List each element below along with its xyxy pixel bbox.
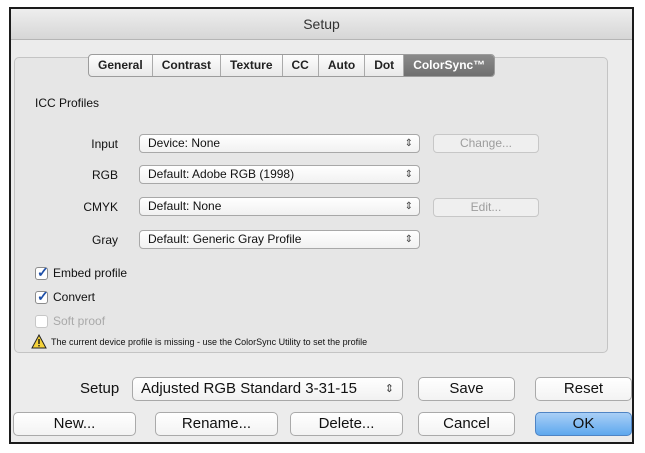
setup-select[interactable]: Adjusted RGB Standard 3-31-15 ⇕ <box>132 377 403 401</box>
convert-label: Convert <box>53 290 96 304</box>
tab-bar: General Contrast Texture CC Auto Dot Col… <box>88 54 496 77</box>
rgb-label: RGB <box>91 168 118 182</box>
cmyk-profile-value: Default: None <box>148 199 222 213</box>
soft-proof-label: Soft proof <box>53 314 106 328</box>
embed-profile-label: Embed profile <box>53 266 128 280</box>
tab-general[interactable]: General <box>89 55 153 76</box>
embed-profile-checkbox[interactable]: ✓ Embed profile <box>35 263 128 280</box>
tab-contrast[interactable]: Contrast <box>153 55 222 76</box>
rename-button[interactable]: Rename... <box>155 412 278 436</box>
convert-checkbox[interactable]: ✓ Convert <box>35 287 96 304</box>
input-label: Input <box>91 137 118 151</box>
checkbox-box <box>35 314 48 328</box>
gray-profile-select[interactable]: Default: Generic Gray Profile ⇕ <box>139 230 420 249</box>
rgb-profile-value: Default: Adobe RGB (1998) <box>148 167 295 181</box>
setup-label: Setup <box>80 380 120 397</box>
cmyk-profile-select[interactable]: Default: None ⇕ <box>139 197 420 216</box>
gray-label: Gray <box>91 233 118 247</box>
input-profile-select[interactable]: Device: None ⇕ <box>139 134 420 153</box>
checkmark-icon: ✓ <box>37 287 49 304</box>
delete-button[interactable]: Delete... <box>290 412 403 436</box>
save-button[interactable]: Save <box>418 377 515 401</box>
warning-message: The current device profile is missing - … <box>31 334 367 349</box>
select-arrows-icon: ⇕ <box>404 138 413 149</box>
input-profile-value: Device: None <box>148 136 221 150</box>
checkmark-icon: ✓ <box>37 263 49 280</box>
soft-proof-checkbox[interactable]: Soft proof <box>35 314 105 328</box>
checkbox-box: ✓ <box>35 287 49 304</box>
select-arrows-icon: ⇕ <box>384 383 394 395</box>
checkbox-box: ✓ <box>35 263 49 280</box>
tab-colorsync[interactable]: ColorSync™ <box>404 55 495 76</box>
edit-button[interactable]: Edit... <box>433 198 539 217</box>
cancel-button[interactable]: Cancel <box>418 412 515 436</box>
rgb-profile-select[interactable]: Default: Adobe RGB (1998) ⇕ <box>139 165 420 184</box>
select-arrows-icon: ⇕ <box>404 169 413 180</box>
tab-cc[interactable]: CC <box>283 55 319 76</box>
gray-profile-value: Default: Generic Gray Profile <box>148 232 302 246</box>
select-arrows-icon: ⇕ <box>404 234 413 245</box>
tab-texture[interactable]: Texture <box>221 55 283 76</box>
icc-profiles-heading: ICC Profiles <box>35 96 100 110</box>
tab-auto[interactable]: Auto <box>319 55 366 76</box>
warning-icon <box>31 334 47 349</box>
warning-text: The current device profile is missing - … <box>51 336 368 347</box>
change-button[interactable]: Change... <box>433 134 539 153</box>
cmyk-label: CMYK <box>83 200 118 214</box>
new-button[interactable]: New... <box>13 412 136 436</box>
select-arrows-icon: ⇕ <box>404 201 413 212</box>
window-title: Setup <box>11 9 632 40</box>
setup-select-value: Adjusted RGB Standard 3-31-15 <box>141 380 357 397</box>
tab-dot[interactable]: Dot <box>365 55 405 76</box>
reset-button[interactable]: Reset <box>535 377 632 401</box>
ok-button[interactable]: OK <box>535 412 632 436</box>
